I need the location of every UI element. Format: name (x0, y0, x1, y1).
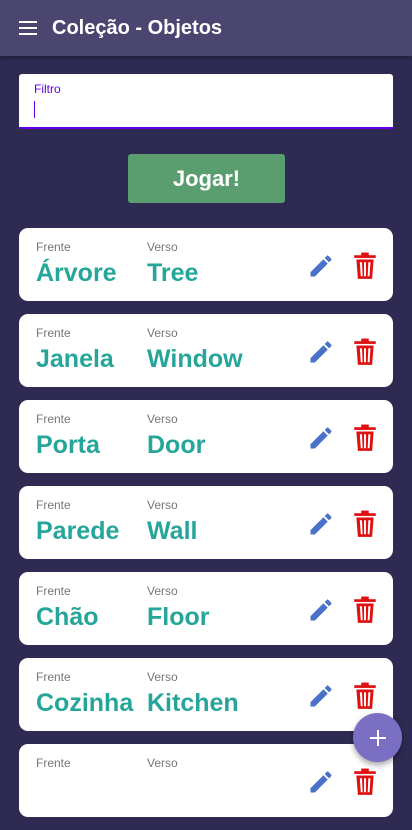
trash-icon (354, 424, 376, 451)
trash-icon (354, 596, 376, 623)
flashcard[interactable]: Frente Verso (19, 744, 393, 817)
front-label: Frente (36, 498, 71, 512)
back-value: Tree (147, 259, 199, 287)
trash-icon (354, 338, 376, 365)
hamburger-menu-icon (19, 21, 37, 35)
back-label: Verso (147, 412, 178, 426)
back-value: Floor (147, 603, 210, 631)
pencil-icon (310, 771, 332, 793)
text-cursor (34, 101, 35, 118)
menu-button[interactable] (0, 0, 56, 56)
back-label: Verso (147, 584, 178, 598)
edit-button[interactable] (307, 510, 335, 538)
front-value: Chão (36, 603, 99, 631)
front-value: Porta (36, 431, 100, 459)
play-button[interactable]: Jogar! (128, 154, 285, 203)
front-label: Frente (36, 326, 71, 340)
card-list: Frente Verso Árvore Tree Frente Verso Ja… (19, 228, 393, 830)
flashcard[interactable]: Frente Verso Parede Wall (19, 486, 393, 559)
front-value: Árvore (36, 259, 117, 287)
trash-icon (354, 510, 376, 537)
front-value: Parede (36, 517, 120, 545)
back-label: Verso (147, 240, 178, 254)
back-label: Verso (147, 498, 178, 512)
pencil-icon (310, 341, 332, 363)
pencil-icon (310, 255, 332, 277)
front-label: Frente (36, 584, 71, 598)
flashcard[interactable]: Frente Verso Árvore Tree (19, 228, 393, 301)
app-bar: Coleção - Objetos (0, 0, 412, 56)
front-label: Frente (36, 240, 71, 254)
filter-label: Filtro (34, 82, 61, 96)
flashcard[interactable]: Frente Verso Porta Door (19, 400, 393, 473)
trash-icon (354, 252, 376, 279)
flashcard[interactable]: Frente Verso Janela Window (19, 314, 393, 387)
trash-icon (354, 682, 376, 709)
delete-button[interactable] (352, 596, 378, 624)
back-label: Verso (147, 670, 178, 684)
edit-button[interactable] (307, 682, 335, 710)
trash-icon (354, 768, 376, 795)
edit-button[interactable] (307, 424, 335, 452)
back-label: Verso (147, 756, 178, 770)
front-label: Frente (36, 756, 71, 770)
edit-button[interactable] (307, 252, 335, 280)
edit-button[interactable] (307, 596, 335, 624)
back-value: Door (147, 431, 206, 459)
filter-input[interactable] (33, 99, 373, 121)
flashcard[interactable]: Frente Verso Chão Floor (19, 572, 393, 645)
filter-field[interactable]: Filtro (19, 74, 393, 129)
delete-button[interactable] (352, 768, 378, 796)
front-label: Frente (36, 412, 71, 426)
edit-button[interactable] (307, 338, 335, 366)
edit-button[interactable] (307, 768, 335, 796)
delete-button[interactable] (352, 338, 378, 366)
pencil-icon (310, 513, 332, 535)
front-label: Frente (36, 670, 71, 684)
flashcard[interactable]: Frente Verso Cozinha Kitchen (19, 658, 393, 731)
delete-button[interactable] (352, 510, 378, 538)
page-title: Coleção - Objetos (52, 16, 223, 39)
delete-button[interactable] (352, 252, 378, 280)
add-button[interactable] (353, 713, 402, 762)
pencil-icon (310, 427, 332, 449)
front-value: Cozinha (36, 689, 134, 717)
back-value: Window (147, 345, 243, 373)
pencil-icon (310, 599, 332, 621)
back-value: Kitchen (147, 689, 239, 717)
plus-icon (369, 729, 386, 746)
pencil-icon (310, 685, 332, 707)
back-value: Wall (147, 517, 198, 545)
back-label: Verso (147, 326, 178, 340)
delete-button[interactable] (352, 424, 378, 452)
front-value: Janela (36, 345, 114, 373)
delete-button[interactable] (352, 682, 378, 710)
